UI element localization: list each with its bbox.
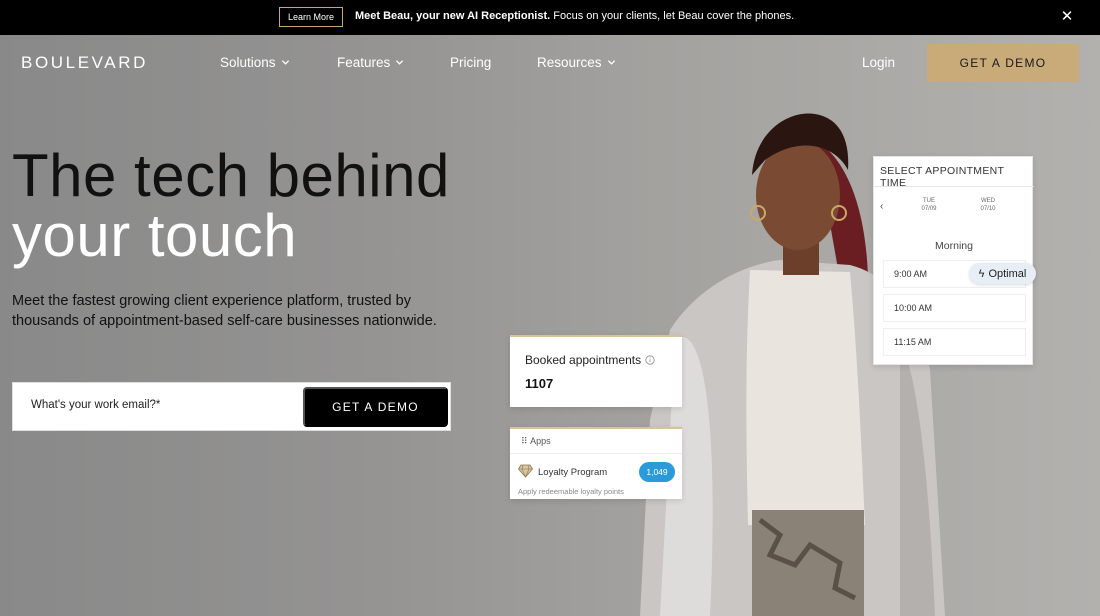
nav-pricing-label: Pricing bbox=[450, 55, 492, 70]
loyalty-program-label: Loyalty Program bbox=[538, 467, 608, 478]
lightning-icon: ϟ bbox=[978, 267, 985, 280]
info-icon bbox=[645, 355, 655, 365]
boulevard-logo[interactable]: BOULEVARD bbox=[21, 53, 148, 73]
nav-features[interactable]: Features bbox=[337, 55, 404, 70]
login-link[interactable]: Login bbox=[862, 55, 895, 70]
announcement-bold: Meet Beau, your new AI Receptionist. bbox=[355, 10, 551, 22]
time-slot-1115[interactable]: 11:15 AM bbox=[883, 328, 1026, 356]
headline-line-2: your touch bbox=[12, 202, 298, 269]
booked-title-text: Booked appointments bbox=[525, 353, 642, 367]
chevron-down-icon bbox=[607, 60, 615, 65]
optimal-label: Optimal bbox=[988, 267, 1027, 280]
booked-count: 1107 bbox=[525, 376, 554, 391]
nav-resources-label: Resources bbox=[537, 55, 602, 70]
grid-icon: ⠿ bbox=[521, 436, 528, 446]
nav-resources[interactable]: Resources bbox=[537, 55, 616, 70]
booked-title: Booked appointments bbox=[525, 353, 655, 367]
headline-line-1: The tech behind bbox=[12, 142, 450, 209]
nav-solutions-label: Solutions bbox=[220, 55, 276, 70]
apps-label-text: Apps bbox=[530, 436, 551, 446]
announcement-body: Focus on your clients, let Beau cover th… bbox=[550, 10, 795, 22]
diamond-icon bbox=[518, 464, 533, 478]
apps-divider bbox=[510, 453, 682, 454]
loyalty-subtext: Apply redeemable loyalty points bbox=[518, 487, 624, 496]
chevron-down-icon bbox=[396, 60, 404, 65]
announcement-bar: Learn More Meet Beau, your new AI Recept… bbox=[0, 0, 1100, 35]
day-tue-date: 07/09 bbox=[921, 206, 937, 212]
email-input[interactable]: What's your work email?* bbox=[31, 399, 160, 411]
appointment-time-card: SELECT APPOINTMENT TIME ‹ TUE 07/09 WED 07… bbox=[873, 156, 1034, 365]
optimal-badge: ϟ Optimal bbox=[969, 263, 1036, 284]
get-demo-nav-button[interactable]: GET A DEMO bbox=[927, 44, 1079, 82]
announcement-text: Meet Beau, your new AI Receptionist. Foc… bbox=[355, 10, 794, 22]
apps-label: ⠿ Apps bbox=[521, 436, 551, 447]
loyalty-count-badge: 1,049 bbox=[639, 462, 675, 482]
get-demo-button[interactable]: GET A DEMO bbox=[303, 387, 448, 427]
day-tue[interactable]: TUE 07/09 bbox=[912, 197, 946, 213]
appointment-divider bbox=[874, 186, 1034, 187]
hero-headline: The tech behind your touch bbox=[12, 146, 450, 266]
day-wed[interactable]: WED 07/10 bbox=[971, 197, 1005, 213]
day-tue-name: TUE bbox=[923, 198, 935, 204]
time-slot-1000[interactable]: 10:00 AM bbox=[883, 294, 1026, 322]
day-wed-date: 07/10 bbox=[980, 206, 996, 212]
chevron-down-icon bbox=[281, 60, 289, 65]
email-signup-form: What's your work email?* GET A DEMO bbox=[12, 382, 451, 431]
nav-pricing[interactable]: Pricing bbox=[450, 55, 491, 70]
day-wed-name: WED bbox=[981, 198, 995, 204]
nav-features-label: Features bbox=[337, 55, 391, 70]
apps-card: ⠿ Apps Loyalty Program 1,049 Apply redee… bbox=[510, 427, 682, 499]
morning-label: Morning bbox=[935, 240, 973, 252]
booked-appointments-card: Booked appointments 1107 bbox=[510, 335, 682, 407]
chevron-left-icon[interactable]: ‹ bbox=[880, 201, 883, 212]
close-icon[interactable]: ✕ bbox=[1060, 9, 1074, 25]
learn-more-button[interactable]: Learn More bbox=[279, 7, 343, 27]
hero-subtext: Meet the fastest growing client experien… bbox=[12, 293, 437, 329]
nav-solutions[interactable]: Solutions bbox=[220, 55, 290, 70]
